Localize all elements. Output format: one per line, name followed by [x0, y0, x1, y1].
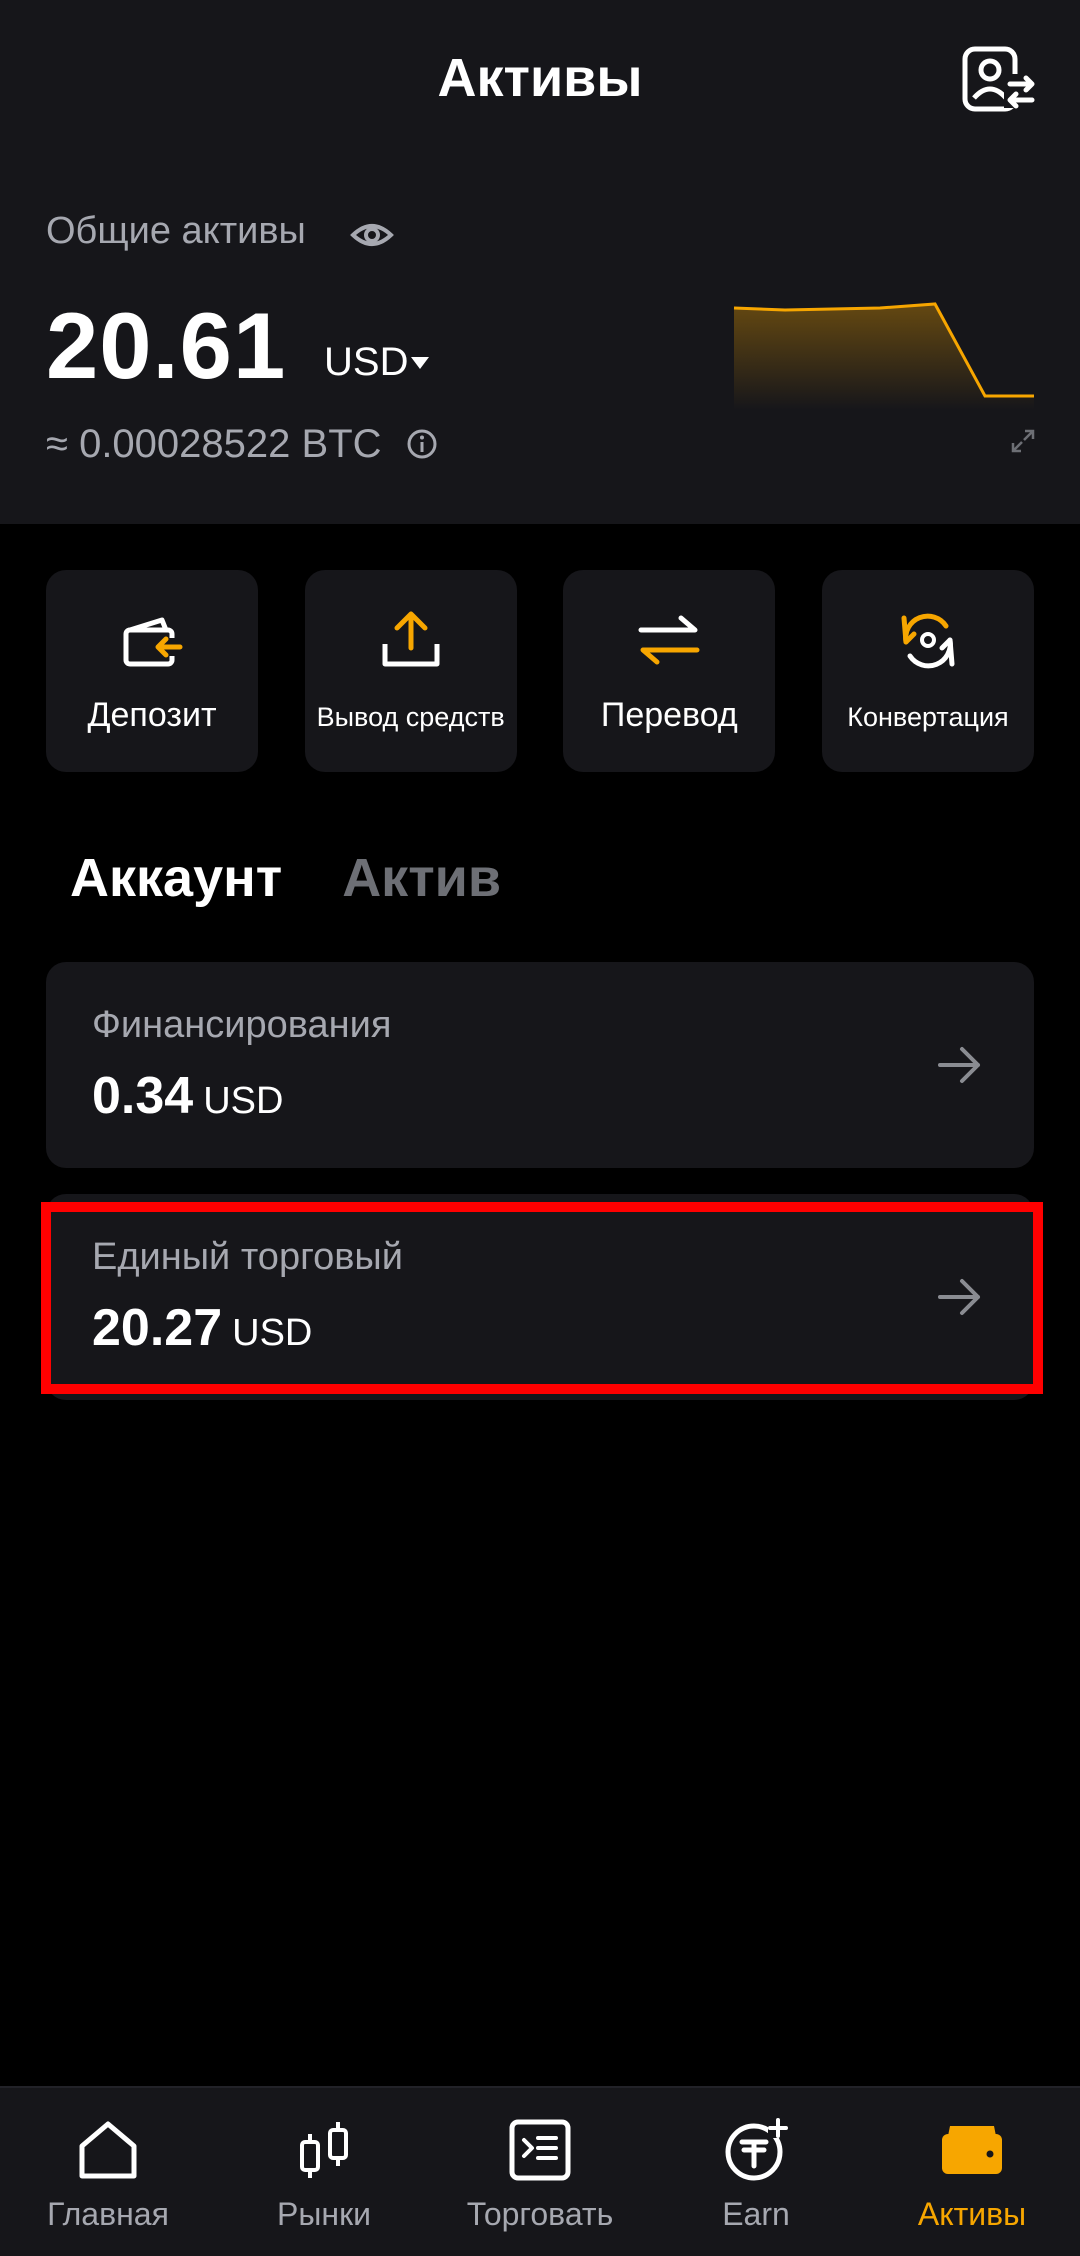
unified-trading-account-card[interactable]: Единый торговый 20.27 USD: [46, 1194, 1034, 1400]
bottom-navigation: Главная Рынки Торговать Earn Активы: [0, 2086, 1080, 2256]
home-icon: [79, 2121, 137, 2179]
tab-asset[interactable]: Актив: [342, 842, 501, 914]
candlestick-icon: [300, 2122, 348, 2178]
quick-actions: Депозит Вывод средств Перевод Конвертаци…: [46, 570, 1034, 772]
deposit-label: Депозит: [87, 696, 217, 734]
nav-home[interactable]: Главная: [0, 2088, 216, 2256]
earn-icon: [725, 2118, 788, 2181]
total-assets-value: 20.61: [46, 293, 287, 398]
currency-selector[interactable]: USD: [324, 340, 408, 385]
expand-icon[interactable]: [1010, 428, 1036, 454]
withdraw-button[interactable]: Вывод средств: [304, 570, 517, 772]
nav-label: Earn: [722, 2196, 790, 2232]
caret-down-icon[interactable]: [410, 355, 430, 371]
nav-assets[interactable]: Активы: [864, 2088, 1080, 2256]
total-assets-label: Общие активы: [46, 210, 306, 252]
convert-button[interactable]: Конвертация: [821, 570, 1034, 772]
arrow-right-icon[interactable]: [936, 1274, 982, 1320]
tab-account[interactable]: Аккаунт: [70, 842, 282, 914]
account-amount-value: 0.34: [92, 1067, 194, 1125]
nav-markets[interactable]: Рынки: [216, 2088, 432, 2256]
transfer-button[interactable]: Перевод: [563, 570, 776, 772]
account-amount-unit: USD: [232, 1312, 313, 1354]
nav-earn[interactable]: Earn: [648, 2088, 864, 2256]
wallet-icon: [942, 2126, 1002, 2174]
nav-label: Активы: [917, 2196, 1027, 2232]
deposit-button[interactable]: Депозит: [46, 570, 258, 772]
withdraw-label: Вывод средств: [316, 702, 505, 732]
deposit-icon: [123, 617, 183, 667]
nav-label: Главная: [47, 2196, 169, 2232]
account-amount-unit: USD: [203, 1080, 284, 1122]
info-icon[interactable]: [406, 428, 438, 460]
transfer-label: Перевод: [600, 696, 738, 734]
funding-account-card[interactable]: Финансирования 0.34 USD: [46, 962, 1034, 1168]
account-amount-value: 20.27: [92, 1299, 223, 1357]
arrow-right-icon[interactable]: [936, 1042, 982, 1088]
withdraw-icon: [382, 611, 440, 667]
transfer-icon: [638, 615, 700, 665]
assets-header: Активы Общие активы 20.61 USD ≈ 0.000285…: [0, 0, 1080, 524]
account-name: Финансирования: [92, 1004, 392, 1046]
account-amount: 0.34 USD: [92, 1066, 283, 1126]
account-amount: 20.27 USD: [92, 1298, 312, 1358]
asset-sparkline: [733, 302, 1034, 410]
page-title: Активы: [437, 48, 643, 108]
account-tabs: Аккаунт Актив: [70, 842, 561, 914]
convert-label: Конвертация: [847, 702, 1009, 732]
convert-icon: [901, 613, 955, 669]
account-name: Единый торговый: [92, 1236, 403, 1278]
nav-label: Рынки: [277, 2196, 371, 2232]
nav-trade[interactable]: Торговать: [432, 2088, 648, 2256]
trade-icon: [509, 2119, 571, 2181]
btc-equivalent: ≈ 0.00028522 BTC: [46, 422, 382, 466]
profile-switch-icon[interactable]: [962, 46, 1036, 112]
eye-icon[interactable]: [350, 213, 394, 257]
nav-label: Торговать: [466, 2196, 614, 2232]
